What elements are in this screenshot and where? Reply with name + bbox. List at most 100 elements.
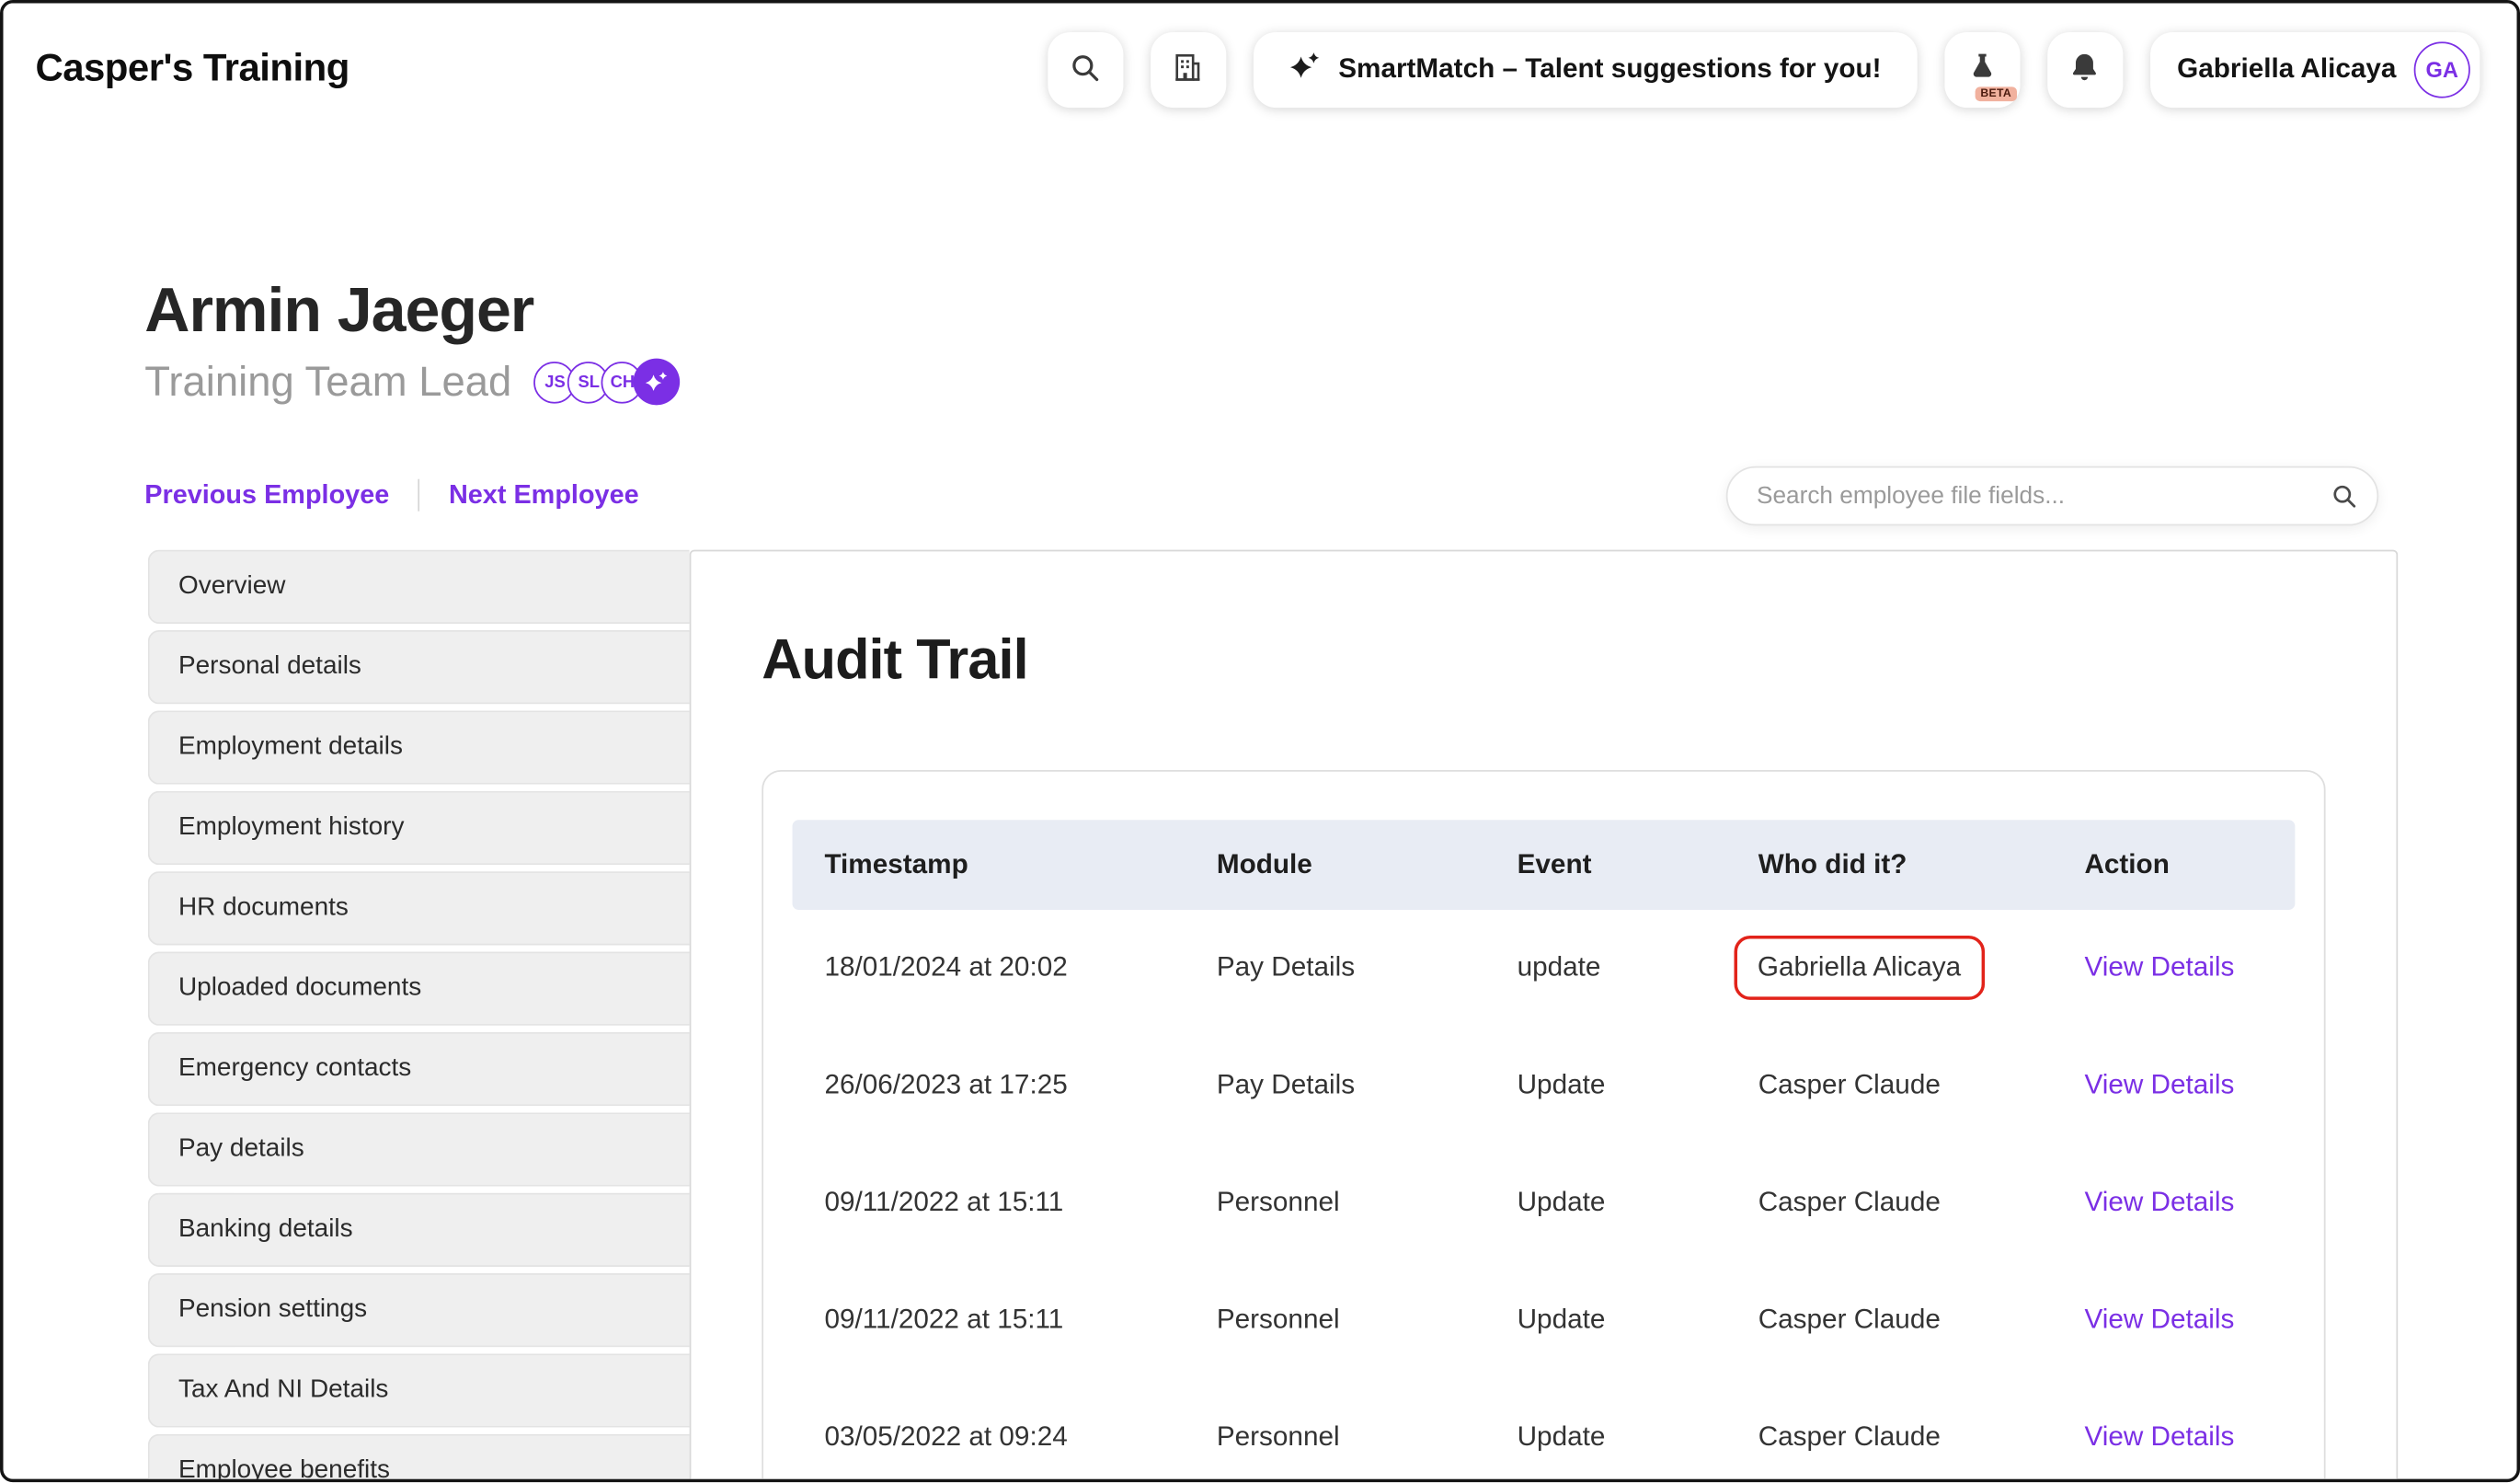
sidebar-tab[interactable]: Pay details (148, 1112, 690, 1186)
cell-event: Update (1518, 1422, 1758, 1454)
global-search-button[interactable] (1048, 31, 1123, 107)
topbar: Casper's Training (3, 3, 2516, 134)
cell-module: Pay Details (1217, 952, 1518, 984)
sidebar-tab-label: Employment details (178, 733, 403, 762)
view-details-link[interactable]: View Details (2084, 1422, 2234, 1453)
app-window: Casper's Training (0, 0, 2520, 1482)
ai-sparkle-badge[interactable] (634, 359, 681, 406)
view-details-link[interactable]: View Details (2084, 1070, 2234, 1100)
cell-event: Update (1518, 1187, 1758, 1219)
sidebar-tab[interactable]: HR documents (148, 871, 690, 945)
topbar-actions: SmartMatch – Talent suggestions for you!… (1048, 31, 2480, 107)
employee-header: Armin Jaeger Training Team Lead JS SL CH (3, 135, 2516, 526)
initials-badges: JS SL CH (534, 359, 681, 406)
scale-wrapper: Casper's Training (0, 0, 2520, 1482)
table-body: 18/01/2024 at 20:02 Pay Details update G… (792, 910, 2295, 1482)
header-action: Action (2084, 849, 2295, 881)
who-value: Casper Claude (1758, 1070, 1941, 1102)
view-details-link[interactable]: View Details (2084, 1187, 2234, 1217)
header-timestamp: Timestamp (824, 849, 1216, 881)
sidebar-tab-label: Emergency contacts (178, 1054, 411, 1083)
sidebar-tab[interactable]: Tax And NI Details (148, 1353, 690, 1427)
cell-who: Casper Claude (1758, 1305, 1941, 1337)
sparkle-icon (1289, 49, 1321, 89)
sidebar-tab[interactable]: Personal details (148, 630, 690, 704)
beta-badge: BETA (1976, 86, 2016, 100)
company-directory-button[interactable] (1151, 31, 1226, 107)
table-row: 09/11/2022 at 15:11 Personnel Update Cas… (792, 1144, 2295, 1262)
next-employee-link[interactable]: Next Employee (449, 480, 639, 511)
who-value: Gabriella Alicaya (1734, 937, 1986, 1001)
cell-timestamp: 18/01/2024 at 20:02 (824, 952, 1216, 984)
sidebar-tab-label: Personal details (178, 652, 361, 681)
header-who: Who did it? (1758, 849, 2085, 881)
sidebar-tab[interactable]: Employment details (148, 710, 690, 784)
sidebar-tab[interactable]: Employment history (148, 791, 690, 865)
sidebar-tab[interactable]: Pension settings (148, 1273, 690, 1347)
cell-who: Casper Claude (1758, 1422, 1941, 1454)
notifications-button[interactable] (2047, 31, 2123, 107)
sidebar-tab-label: HR documents (178, 893, 349, 922)
sidebar-tab-label: Overview (178, 572, 286, 601)
app-title: Casper's Training (35, 47, 349, 92)
cell-event: Update (1518, 1305, 1758, 1337)
table-header-row: Timestamp Module Event Who did it? Actio… (792, 820, 2295, 910)
cell-timestamp: 09/11/2022 at 15:11 (824, 1187, 1216, 1219)
employee-nav-row: Previous Employee Next Employee (144, 466, 2516, 526)
user-name: Gabriella Alicaya (2177, 53, 2396, 86)
employee-role-row: Training Team Lead JS SL CH (144, 359, 2516, 407)
labs-button[interactable]: BETA (1944, 31, 2020, 107)
employee-search-input[interactable] (1726, 466, 2378, 526)
sidebar-tab[interactable]: Employee benefits (148, 1434, 690, 1483)
cell-action: View Details (2084, 952, 2295, 984)
cell-timestamp: 03/05/2022 at 09:24 (824, 1422, 1216, 1454)
view-details-link[interactable]: View Details (2084, 952, 2234, 983)
user-avatar: GA (2414, 41, 2470, 98)
sidebar-tab[interactable]: Banking details (148, 1192, 690, 1266)
sidebar-tab-label: Pension settings (178, 1295, 367, 1324)
table-row: 03/05/2022 at 09:24 Personnel Update Cas… (792, 1379, 2295, 1482)
cell-event: update (1518, 952, 1758, 984)
cell-timestamp: 09/11/2022 at 15:11 (824, 1305, 1216, 1337)
header-event: Event (1518, 849, 1758, 881)
cell-module: Personnel (1217, 1422, 1518, 1454)
smartmatch-button[interactable]: SmartMatch – Talent suggestions for you! (1254, 31, 1917, 107)
employee-role: Training Team Lead (144, 358, 511, 408)
who-value: Casper Claude (1758, 1305, 1941, 1337)
audit-table-card: Timestamp Module Event Who did it? Actio… (762, 770, 2325, 1482)
cell-module: Pay Details (1217, 1070, 1518, 1102)
who-value: Casper Claude (1758, 1187, 1941, 1219)
smartmatch-label: SmartMatch – Talent suggestions for you! (1338, 53, 1881, 86)
cell-who: Gabriella Alicaya (1758, 937, 1986, 1001)
search-icon (1070, 51, 1102, 87)
view-details-link[interactable]: View Details (2084, 1305, 2234, 1335)
sidebar-tab-label: Employee benefits (178, 1456, 390, 1482)
cell-action: View Details (2084, 1422, 2295, 1454)
content-area: Overview Personal details Employment det… (3, 550, 2516, 1483)
cell-who: Casper Claude (1758, 1070, 1941, 1102)
cell-action: View Details (2084, 1305, 2295, 1337)
cell-action: View Details (2084, 1070, 2295, 1102)
employee-search (1726, 466, 2378, 526)
cell-module: Personnel (1217, 1187, 1518, 1219)
cell-action: View Details (2084, 1187, 2295, 1219)
sidebar-tab[interactable]: Overview (148, 550, 690, 624)
table-row: 09/11/2022 at 15:11 Personnel Update Cas… (792, 1262, 2295, 1380)
who-value: Casper Claude (1758, 1422, 1941, 1454)
cell-module: Personnel (1217, 1305, 1518, 1337)
sidebar-tab-label: Banking details (178, 1215, 353, 1244)
user-menu[interactable]: Gabriella Alicaya GA (2149, 31, 2480, 107)
sidebar-tab-label: Uploaded documents (178, 974, 421, 1003)
audit-trail-panel: Audit Trail Timestamp Module Event Who d… (690, 550, 2399, 1483)
sidebar-tab-label: Employment history (178, 813, 405, 842)
sidebar-tab[interactable]: Emergency contacts (148, 1032, 690, 1106)
cell-timestamp: 26/06/2023 at 17:25 (824, 1070, 1216, 1102)
cell-event: Update (1518, 1070, 1758, 1102)
sidebar-tab[interactable]: Uploaded documents (148, 951, 690, 1025)
table-row: 18/01/2024 at 20:02 Pay Details update G… (792, 910, 2295, 1028)
employee-name: Armin Jaeger (144, 280, 2516, 346)
link-separator (418, 480, 420, 512)
table-row: 26/06/2023 at 17:25 Pay Details Update C… (792, 1028, 2295, 1145)
building-icon (1172, 51, 1204, 87)
previous-employee-link[interactable]: Previous Employee (144, 480, 389, 511)
